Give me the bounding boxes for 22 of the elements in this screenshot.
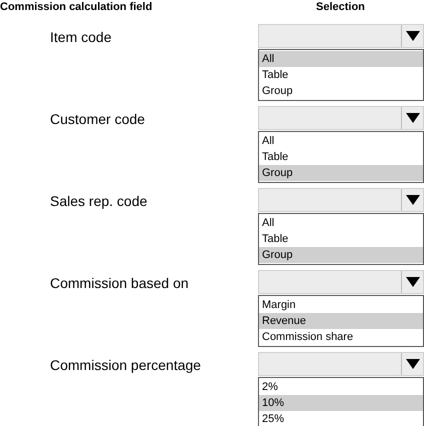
option[interactable]: Group bbox=[259, 165, 423, 181]
option[interactable]: Revenue bbox=[259, 313, 423, 329]
dropdown[interactable] bbox=[258, 24, 424, 48]
option[interactable]: Group bbox=[259, 247, 423, 263]
dropdown[interactable] bbox=[258, 106, 424, 130]
field-label: Sales rep. code bbox=[50, 193, 148, 209]
column-header: Commission calculation field bbox=[0, 2, 154, 12]
field-label: Customer code bbox=[50, 111, 145, 127]
option[interactable]: 10% bbox=[259, 395, 423, 411]
option[interactable]: All bbox=[259, 51, 423, 67]
caret-icon bbox=[406, 195, 420, 205]
caret-icon bbox=[406, 359, 420, 369]
caret-icon bbox=[406, 31, 420, 41]
field-label: Commission based on bbox=[50, 275, 189, 291]
column-header: Selection bbox=[316, 2, 365, 12]
dropdown[interactable] bbox=[258, 352, 424, 376]
field-label: Item code bbox=[50, 29, 112, 45]
dropdown[interactable] bbox=[258, 270, 424, 294]
caret-icon bbox=[406, 113, 420, 123]
field-label: Commission percentage bbox=[50, 357, 201, 373]
dropdown[interactable] bbox=[258, 188, 424, 212]
caret-icon bbox=[406, 277, 420, 287]
